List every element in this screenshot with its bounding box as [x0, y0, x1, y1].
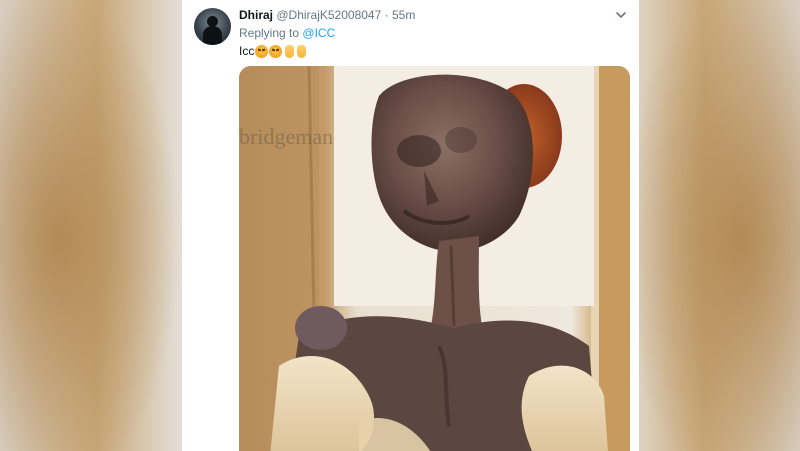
tweet-card[interactable]: Dhiraj @DhirajK52008047 · 55m Replying t… — [182, 0, 639, 451]
tweet-header: Dhiraj @DhirajK52008047 · 55m — [239, 8, 415, 22]
user-handle[interactable]: @DhirajK52008047 — [276, 8, 381, 22]
mummy-photo: bridgeman — [239, 66, 630, 451]
reply-mention-link[interactable]: @ICC — [302, 26, 335, 40]
pointing-down-icon — [285, 44, 295, 58]
chevron-down-icon[interactable] — [614, 8, 628, 22]
angry-face-icon — [255, 44, 269, 58]
separator-dot: · — [384, 8, 389, 22]
tweet-text-body: Icc — [239, 44, 255, 58]
tweet-image[interactable]: bridgeman — [239, 66, 630, 451]
avatar-body-shape — [203, 26, 222, 45]
angry-face-icon — [269, 44, 283, 58]
tweet-time[interactable]: 55m — [392, 8, 415, 22]
display-name[interactable]: Dhiraj — [239, 8, 273, 22]
avatar[interactable] — [194, 8, 231, 45]
reply-prefix: Replying to — [239, 26, 300, 40]
watermark-text: bridgeman — [239, 124, 333, 149]
tweet-text: Icc — [239, 43, 307, 59]
pointing-down-icon — [297, 44, 307, 58]
reply-context: Replying to @ICC — [239, 26, 335, 40]
